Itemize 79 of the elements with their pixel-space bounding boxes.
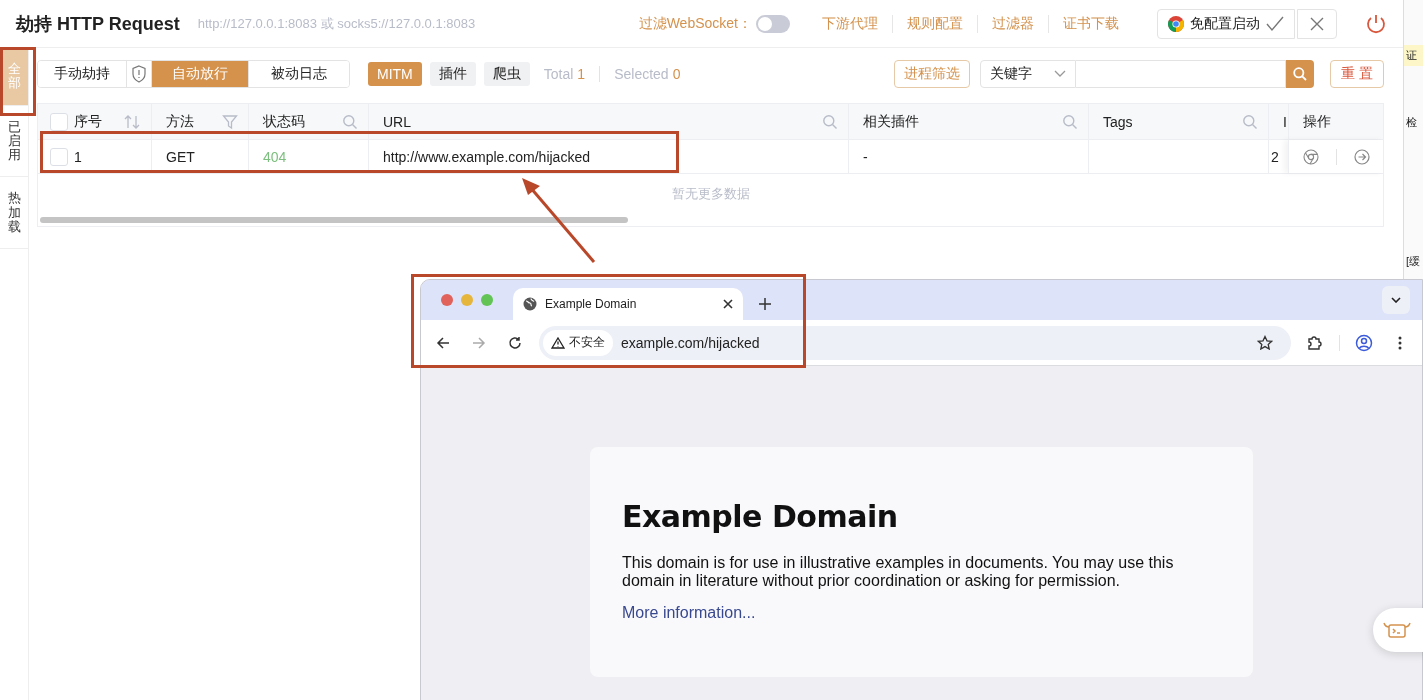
- chrome-icon: [1168, 15, 1184, 32]
- column-header: Tags: [1103, 113, 1134, 130]
- total-label: Total: [542, 66, 575, 82]
- window-control[interactable]: [441, 294, 453, 306]
- star-icon[interactable]: [1257, 334, 1273, 351]
- globe-icon: [523, 297, 537, 311]
- row-checkbox[interactable]: [50, 147, 68, 166]
- empty-note: 暂无更多数据: [671, 185, 750, 203]
- column-header: 方法: [166, 112, 195, 131]
- shield-icon: [131, 65, 147, 83]
- table-cell: http://www.example.com/hijacked: [383, 148, 590, 165]
- table-cell: GET: [166, 148, 195, 165]
- reset-button[interactable]: 重 置: [1330, 60, 1384, 88]
- browser-tab[interactable]: Example Domain: [513, 288, 743, 320]
- close-button[interactable]: [1297, 8, 1337, 39]
- chrome-icon[interactable]: [1303, 148, 1319, 165]
- security-chip[interactable]: 不安全: [543, 329, 613, 356]
- mode-tab[interactable]: 被动日志: [248, 61, 349, 87]
- partial-text: 证: [1404, 45, 1423, 66]
- partial-text: 检: [1405, 115, 1418, 130]
- search-icon: [1062, 113, 1078, 130]
- sort-icon[interactable]: [123, 113, 141, 130]
- websocket-filter-label: 过滤WebSocket：: [638, 14, 752, 33]
- tab-title: Example Domain: [545, 297, 638, 311]
- table-cell: -: [863, 148, 868, 165]
- address-bar[interactable]: 不安全 example.com/hijacked: [539, 325, 1291, 360]
- launch-button[interactable]: 免配置启动: [1157, 8, 1295, 39]
- chevron-icon: [1391, 297, 1401, 303]
- power-button[interactable]: [1365, 12, 1387, 35]
- table-cell: 2: [1271, 148, 1279, 165]
- column-header: 相关插件: [863, 112, 920, 131]
- highlight-frame: [0, 47, 36, 116]
- close-icon[interactable]: [723, 299, 733, 309]
- search-icon: [822, 113, 838, 130]
- power-icon: [1365, 12, 1387, 35]
- tab-menu-button[interactable]: [1382, 286, 1410, 314]
- proxy-address: http://127.0.0.1:8083 或 socks5://127.0.0.1:8083: [197, 14, 476, 33]
- source-tag[interactable]: 插件: [429, 62, 476, 86]
- puzzle-icon: [1307, 334, 1323, 351]
- warning-icon: [551, 336, 565, 349]
- websocket-toggle[interactable]: [756, 14, 790, 33]
- url-text: example.com/hijacked: [621, 334, 761, 351]
- source-tag[interactable]: 爬虫: [483, 62, 530, 86]
- window-control[interactable]: [481, 294, 493, 306]
- table-cell: 404: [263, 148, 287, 165]
- search-button[interactable]: [1286, 60, 1315, 88]
- column-header: 状态码: [263, 112, 306, 131]
- menu-icon: [1398, 335, 1402, 350]
- mascot-icon: [1382, 620, 1412, 640]
- search-icon: [1242, 113, 1258, 130]
- close-icon: [1309, 15, 1325, 32]
- select-all-checkbox[interactable]: [50, 112, 68, 131]
- page-title: 劫持 HTTP Request: [16, 12, 180, 36]
- search-input[interactable]: [1076, 60, 1287, 88]
- chevron-icon: [1054, 70, 1067, 78]
- arrow-left-icon: [436, 335, 450, 350]
- arrow-right-icon[interactable]: [1354, 148, 1370, 165]
- assistant-button[interactable]: [1373, 608, 1423, 652]
- total-count: 1: [577, 66, 587, 82]
- arrow-right-icon: [472, 335, 486, 350]
- page-paragraph: This domain is for use in illustrative examples in documents. You may use this domain in literature without prior coordination or asking for permission.: [622, 554, 1175, 590]
- filter-icon[interactable]: [222, 113, 238, 130]
- selected-label: Selected: [613, 66, 670, 82]
- column-header: URL: [383, 113, 412, 130]
- selected-count: 0: [672, 66, 682, 82]
- check-icon: [1266, 15, 1284, 32]
- page-heading: Example Domain: [622, 499, 899, 534]
- search-icon: [342, 113, 358, 130]
- column-header: 操作: [1303, 112, 1332, 131]
- profile-icon: [1355, 333, 1373, 352]
- column-header: 序号: [74, 112, 103, 131]
- column-header: I: [1283, 113, 1288, 130]
- plus-icon: [759, 298, 771, 310]
- reload-icon: [508, 335, 522, 350]
- search-icon: [1292, 66, 1309, 82]
- more-info-link[interactable]: More information...: [622, 604, 756, 621]
- partial-text: [缓: [1405, 254, 1422, 269]
- window-control[interactable]: [461, 294, 473, 306]
- table-cell: 1: [74, 148, 82, 165]
